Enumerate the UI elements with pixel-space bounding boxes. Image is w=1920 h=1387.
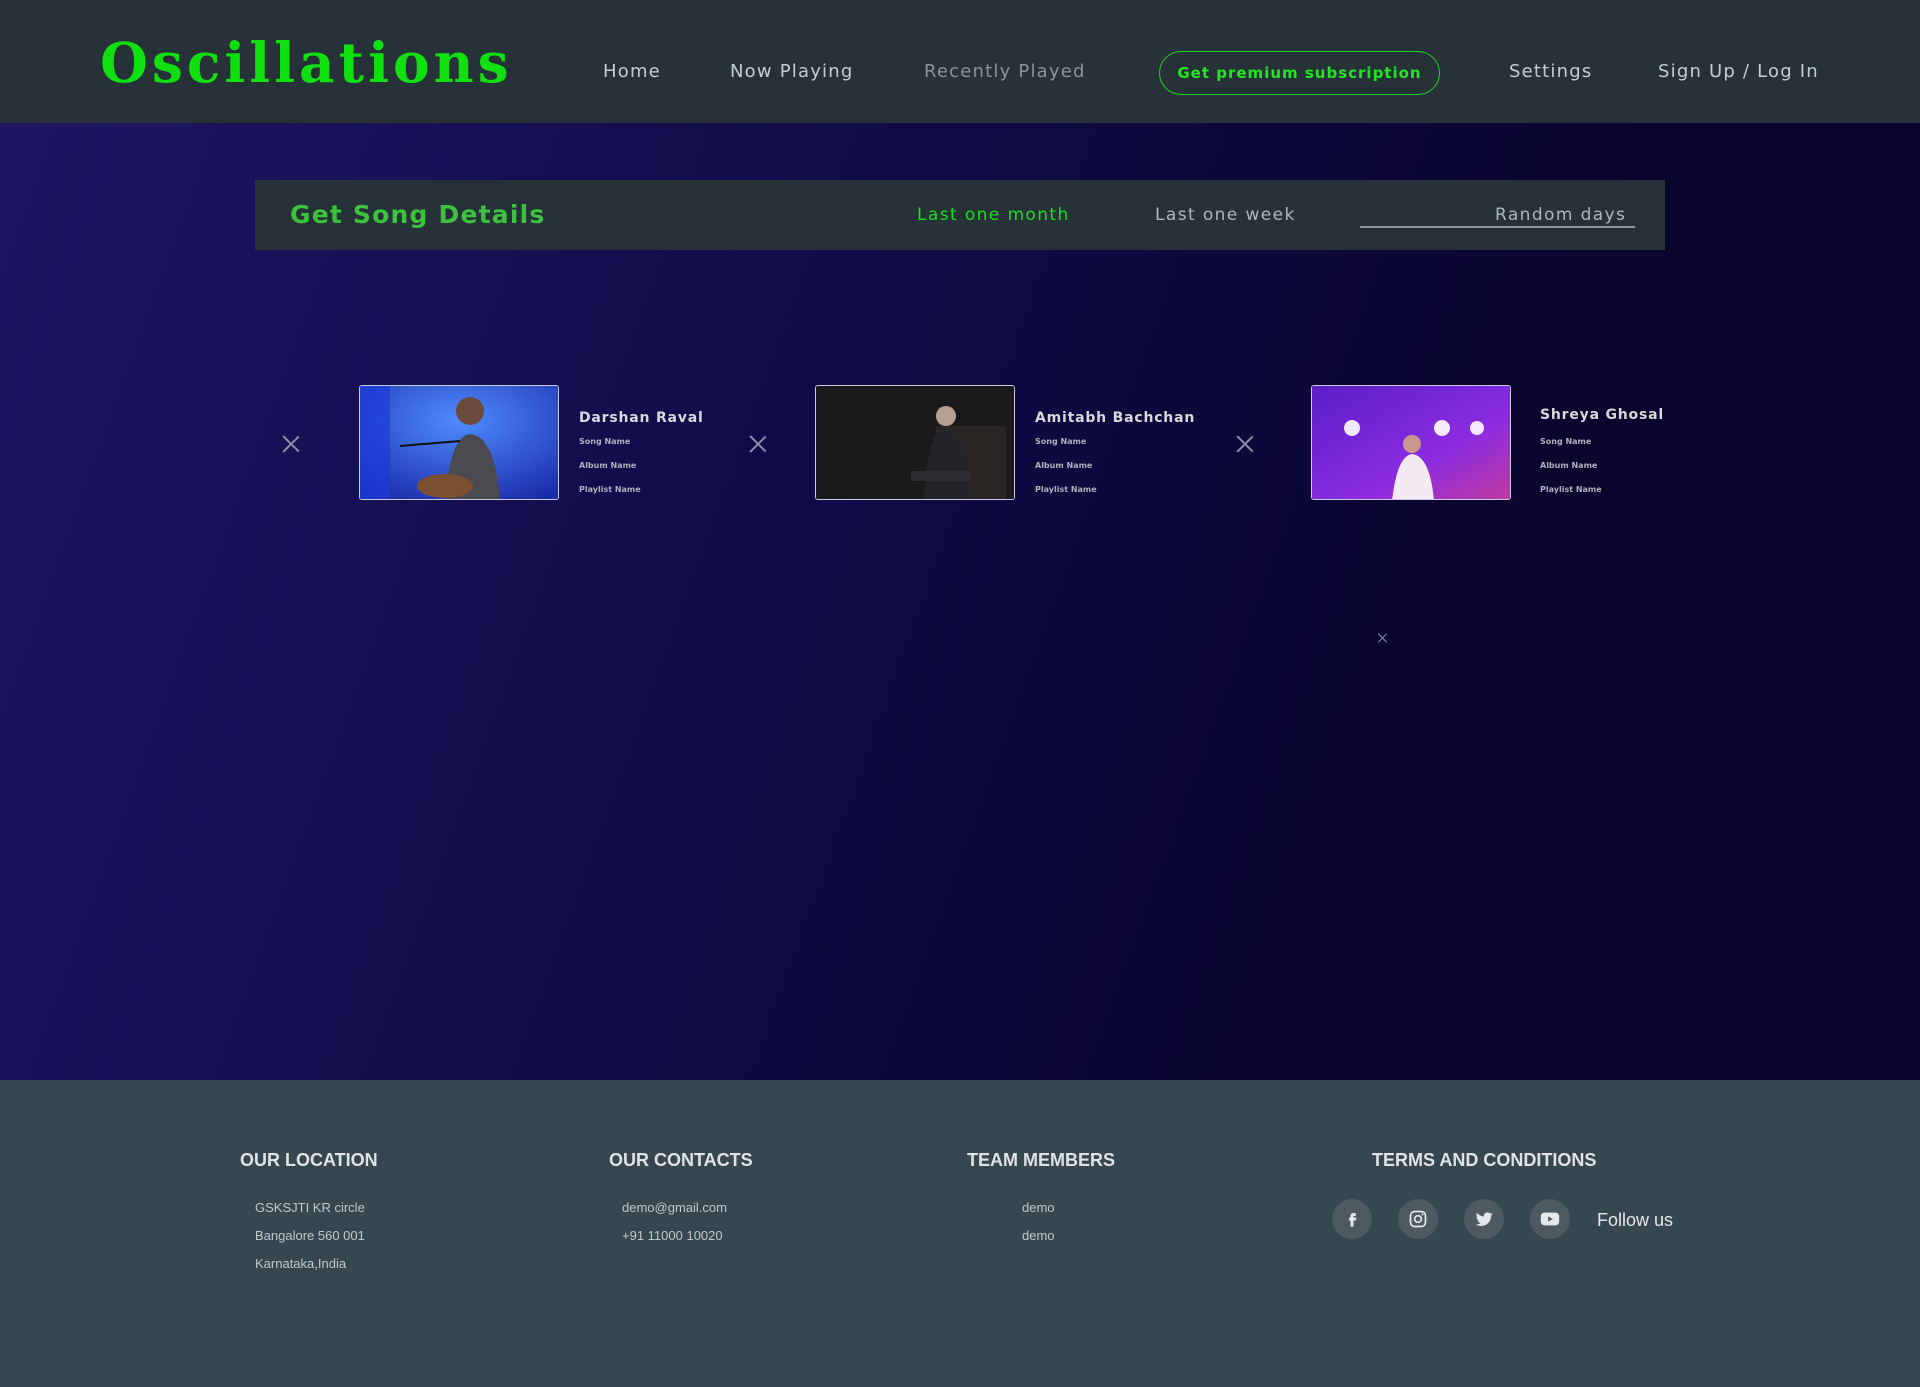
youtube-icon[interactable] bbox=[1530, 1199, 1570, 1239]
facebook-icon[interactable] bbox=[1332, 1199, 1372, 1239]
nav-settings[interactable]: Settings bbox=[1509, 61, 1592, 82]
artist-name: Darshan Raval bbox=[579, 410, 704, 426]
artist-name: Shreya Ghosal bbox=[1540, 407, 1664, 423]
location-line: Bangalore 560 001 bbox=[255, 1228, 365, 1243]
close-icon[interactable] bbox=[282, 435, 300, 453]
contact-phone[interactable]: +91 11000 10020 bbox=[622, 1228, 723, 1243]
nav-now-playing[interactable]: Now Playing bbox=[730, 61, 854, 82]
twitter-icon[interactable] bbox=[1464, 1199, 1504, 1239]
artist-image-amitabh-bachchan[interactable] bbox=[815, 385, 1015, 500]
team-member: demo bbox=[1022, 1228, 1055, 1243]
close-icon[interactable] bbox=[1236, 435, 1254, 453]
footer-contacts-heading: OUR CONTACTS bbox=[609, 1150, 753, 1170]
song-name: Song Name bbox=[1035, 437, 1087, 446]
location-line: GSKSJTI KR circle bbox=[255, 1200, 365, 1215]
main-content: Get Song Details Last one month Last one… bbox=[0, 123, 1920, 1080]
filter-last-one-month[interactable]: Last one month bbox=[917, 205, 1070, 225]
playlist-name: Playlist Name bbox=[579, 485, 641, 494]
random-days-underline bbox=[1360, 226, 1635, 228]
footer-location-heading: OUR LOCATION bbox=[240, 1150, 378, 1170]
nav-recently-played[interactable]: Recently Played bbox=[924, 61, 1086, 82]
album-name: Album Name bbox=[579, 461, 637, 470]
location-line: Karnataka,India bbox=[255, 1256, 347, 1271]
close-icon[interactable] bbox=[749, 435, 767, 453]
close-icon[interactable] bbox=[1378, 633, 1388, 643]
song-name: Song Name bbox=[1540, 437, 1592, 446]
song-name: Song Name bbox=[579, 437, 631, 446]
artist-image-shreya-ghosal[interactable] bbox=[1311, 385, 1511, 500]
team-member: demo bbox=[1022, 1200, 1055, 1215]
song-details-bar: Get Song Details Last one month Last one… bbox=[255, 180, 1665, 250]
artist-name: Amitabh Bachchan bbox=[1035, 410, 1196, 426]
footer: OUR LOCATION GSKSJTI KR circle Bangalore… bbox=[0, 1080, 1920, 1387]
playlist-name: Playlist Name bbox=[1540, 485, 1602, 494]
follow-us-label: Follow us bbox=[1597, 1210, 1674, 1230]
contact-email[interactable]: demo@gmail.com bbox=[622, 1200, 727, 1215]
nav-sign-up-log-in[interactable]: Sign Up / Log In bbox=[1658, 61, 1819, 82]
filter-last-one-week[interactable]: Last one week bbox=[1155, 205, 1296, 225]
playlist-name: Playlist Name bbox=[1035, 485, 1097, 494]
footer-team-heading: TEAM MEMBERS bbox=[967, 1150, 1115, 1170]
premium-subscription-button[interactable]: Get premium subscription bbox=[1159, 51, 1440, 95]
album-name: Album Name bbox=[1035, 461, 1093, 470]
logo[interactable]: Oscillations bbox=[100, 30, 513, 95]
song-details-title: Get Song Details bbox=[290, 200, 546, 229]
album-name: Album Name bbox=[1540, 461, 1598, 470]
filter-random-days[interactable]: Random days bbox=[1495, 205, 1626, 225]
instagram-icon[interactable] bbox=[1398, 1199, 1438, 1239]
top-navbar: Oscillations Home Now Playing Recently P… bbox=[0, 0, 1920, 123]
footer-terms-heading[interactable]: TERMS AND CONDITIONS bbox=[1372, 1150, 1596, 1171]
nav-home[interactable]: Home bbox=[603, 61, 661, 82]
artist-image-darshan-raval[interactable] bbox=[359, 385, 559, 500]
